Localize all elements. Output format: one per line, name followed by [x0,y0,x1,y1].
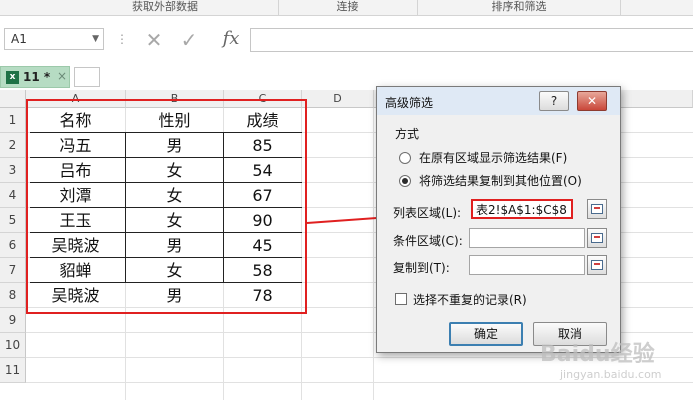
range-picker-button[interactable] [587,199,607,219]
range-picker-button[interactable] [587,228,607,248]
radio-button-selected[interactable] [399,175,411,187]
gridline [26,382,693,383]
ribbon-divider [620,0,621,16]
column-header-d[interactable]: D [302,90,374,108]
name-box[interactable]: A1 ▼ [4,28,104,50]
row-header[interactable]: 4 [0,183,26,208]
ribbon-divider [417,0,418,16]
ribbon-group-sort-filter: 排序和筛选 [491,0,547,13]
formula-bar: A1 ▼ ⋮ ✕ ✓ fx [0,16,693,64]
row-header[interactable]: 7 [0,258,26,283]
radio-label: 在原有区域显示筛选结果(F) [419,151,568,165]
dialog-title: 高级筛选 [385,96,434,110]
radio-label: 将筛选结果复制到其他位置(O) [419,174,582,188]
ribbon-divider [278,0,279,16]
list-range-input[interactable] [471,199,573,219]
ribbon-group-get-external-data: 获取外部数据 [132,0,198,13]
row-header[interactable]: 2 [0,133,26,158]
excel-icon: x [6,71,19,84]
advanced-filter-dialog: 高级筛选 ? ✕ 方式 在原有区域显示筛选结果(F) 将筛选结果复制到其他位置(… [376,86,621,353]
ribbon-group-labels: 获取外部数据 连接 排序和筛选 [0,0,693,16]
formula-input[interactable] [250,28,693,52]
select-all-corner[interactable] [0,90,26,108]
row-header[interactable]: 10 [0,333,26,358]
close-icon[interactable]: × [57,69,67,83]
dialog-titlebar[interactable]: 高级筛选 ? ✕ [377,87,620,115]
radio-button[interactable] [399,152,411,164]
ok-button[interactable]: 确定 [449,322,523,346]
watermark-url: jingyan.baidu.com [560,368,662,381]
help-button[interactable]: ? [539,91,569,111]
chevron-down-icon[interactable]: ▼ [92,29,99,49]
insert-function-button[interactable]: fx [218,28,244,52]
unique-records-checkbox[interactable] [395,293,407,305]
criteria-range-input[interactable] [469,228,585,248]
copy-to-label: 复制到(T): [393,261,450,275]
close-button[interactable]: ✕ [577,91,607,111]
new-tab-button[interactable] [74,67,100,87]
workbook-tab[interactable]: x 11 * × [0,66,70,88]
unique-records-label[interactable]: 选择不重复的记录(R) [413,291,527,308]
annotation-box-table [26,99,307,314]
confirm-entry-icon[interactable]: ✓ [176,28,202,52]
collapse-dialog-icon [591,204,603,214]
row-header[interactable]: 11 [0,358,26,383]
gridline [373,108,374,400]
collapse-dialog-icon [591,260,603,270]
row-header[interactable]: 8 [0,283,26,308]
range-picker-button[interactable] [587,255,607,275]
row-header[interactable]: 6 [0,233,26,258]
row-header[interactable]: 5 [0,208,26,233]
copy-to-input[interactable] [469,255,585,275]
row-header[interactable]: 3 [0,158,26,183]
list-range-label: 列表区域(L): [393,206,462,220]
cancel-entry-icon[interactable]: ✕ [141,28,167,52]
workbook-tab-label: 11 * [23,70,51,84]
watermark-logo: Baidu经验 [540,342,655,367]
formula-bar-grip-icon: ⋮ [116,32,128,46]
row-header[interactable]: 9 [0,308,26,333]
collapse-dialog-icon [591,233,603,243]
criteria-range-label: 条件区域(C): [393,234,463,248]
name-box-value: A1 [11,32,27,46]
row-header[interactable]: 1 [0,108,26,133]
ribbon-group-connections: 连接 [336,0,359,13]
mode-section-label: 方式 [395,127,420,141]
